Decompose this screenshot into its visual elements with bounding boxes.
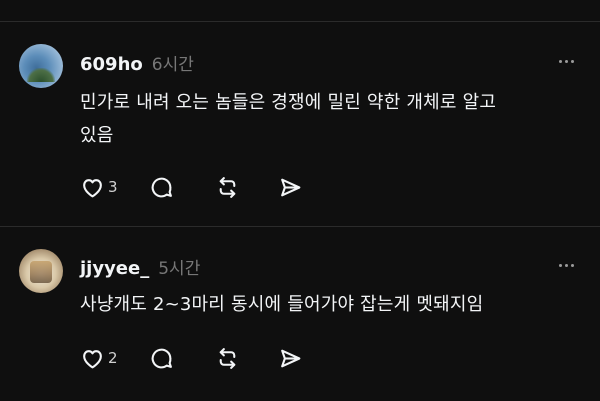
post-header: jjyyee_ 5시간	[80, 254, 200, 279]
more-icon[interactable]	[559, 264, 574, 267]
repost-icon	[219, 347, 235, 369]
username[interactable]: jjyyee_	[80, 258, 149, 279]
action-bar: 2	[80, 344, 303, 372]
timestamp: 5시간	[158, 259, 201, 279]
like-button[interactable]: 3	[80, 173, 118, 201]
share-button[interactable]	[278, 173, 303, 201]
post-header: 609ho 6시간	[80, 50, 194, 75]
avatar[interactable]	[19, 249, 63, 293]
more-icon[interactable]	[559, 60, 574, 63]
heart-icon	[83, 178, 102, 197]
like-button[interactable]: 2	[80, 344, 118, 372]
repost-button[interactable]	[215, 173, 240, 201]
post-divider	[0, 226, 600, 227]
comment-icon	[151, 348, 172, 368]
repost-icon	[219, 176, 235, 198]
timestamp: 6시간	[151, 55, 194, 75]
top-divider	[0, 21, 600, 22]
like-count: 2	[108, 349, 118, 367]
send-icon	[280, 178, 300, 196]
repost-button[interactable]	[215, 344, 240, 372]
like-count: 3	[108, 178, 118, 196]
share-button[interactable]	[278, 344, 303, 372]
username[interactable]: 609ho	[80, 54, 143, 75]
send-icon	[280, 349, 300, 367]
post-text: 민가로 내려 오는 놈들은 경쟁에 밀린 약한 개체로 알고 있음	[80, 92, 497, 146]
heart-icon	[83, 349, 102, 368]
comment-button[interactable]	[149, 173, 174, 201]
comment-icon	[151, 177, 172, 197]
action-bar: 3	[80, 173, 303, 201]
avatar[interactable]	[19, 44, 63, 88]
comment-button[interactable]	[149, 344, 174, 372]
post-text: 사냥개도 2~3마리 동시에 들어가야 잡는게 멧돼지임	[80, 294, 484, 315]
